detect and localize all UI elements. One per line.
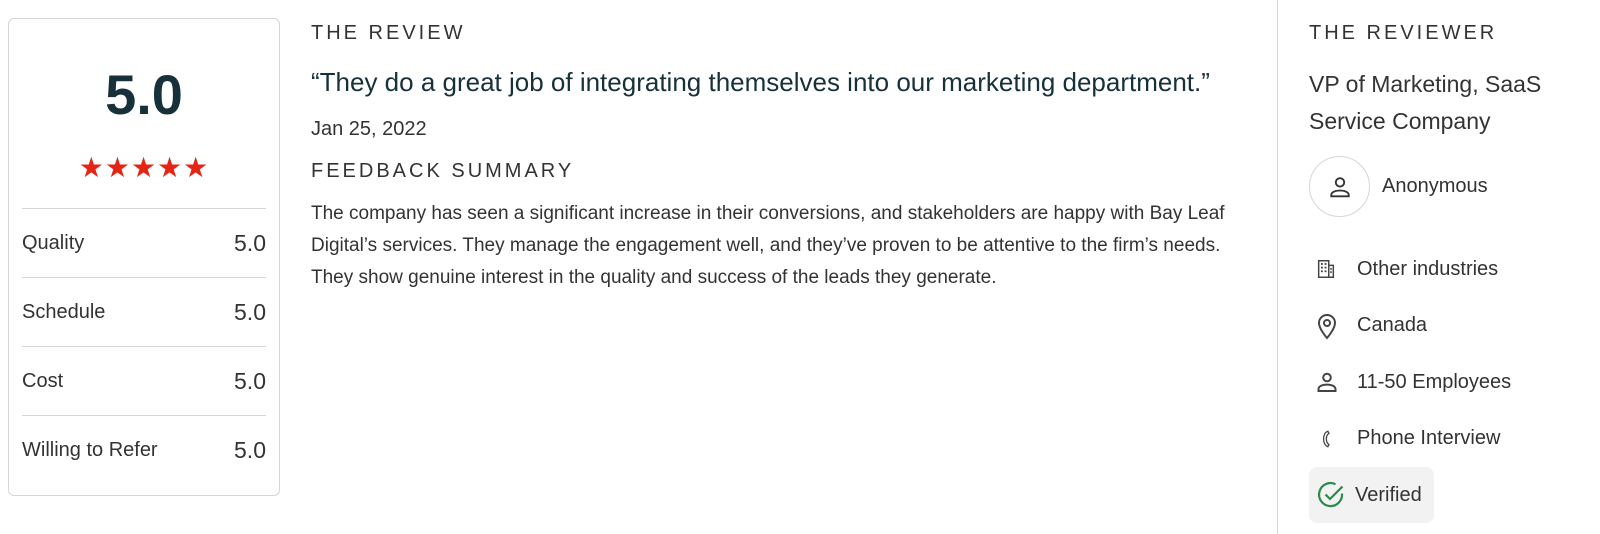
reviewer-details: Other industries Canada 11-50 Employees: [1309, 241, 1589, 467]
avatar: [1309, 156, 1370, 217]
feedback-summary-text: The company has seen a significant incre…: [311, 203, 1225, 288]
location-pin-icon: [1309, 312, 1353, 340]
reviewer-name: Anonymous: [1382, 175, 1488, 197]
score-row-quality: Quality 5.0: [22, 208, 266, 277]
score-breakdown: Quality 5.0 Schedule 5.0 Cost 5.0 Willin…: [22, 208, 266, 484]
score-row-schedule: Schedule 5.0: [22, 277, 266, 346]
overall-score: 5.0: [105, 63, 183, 126]
building-icon: [1309, 258, 1353, 280]
reviewer-heading: THE REVIEWER: [1309, 22, 1498, 44]
check-circle-icon: [1318, 481, 1344, 508]
reviewer-title: VP of Marketing, SaaS Service Company: [1309, 71, 1542, 134]
detail-company-size: 11-50 Employees: [1309, 354, 1589, 411]
score-row-willing-to-refer: Willing to Refer 5.0: [22, 415, 266, 484]
column-divider: [1277, 0, 1278, 534]
score-value: 5.0: [234, 298, 266, 325]
score-value: 5.0: [234, 436, 266, 463]
rating-card: 5.0 ★★★★★ Quality 5.0 Schedule 5.0 Cost …: [8, 18, 280, 496]
detail-text: Phone Interview: [1357, 427, 1501, 450]
score-value: 5.0: [234, 229, 266, 256]
detail-text: Other industries: [1357, 257, 1499, 280]
review-date: Jan 25, 2022: [311, 118, 427, 140]
user-icon: [1329, 176, 1350, 197]
reviewer-identity: Anonymous: [1309, 156, 1589, 217]
reviewer-section: THE REVIEWER VP of Marketing, SaaS Servi…: [1309, 18, 1589, 523]
score-label: Cost: [22, 369, 64, 392]
feedback-summary-heading: FEEDBACK SUMMARY: [311, 160, 575, 182]
verified-label: Verified: [1355, 483, 1422, 506]
score-label: Willing to Refer: [22, 438, 158, 461]
person-icon: [1309, 370, 1353, 394]
detail-location: Canada: [1309, 298, 1589, 355]
detail-industry: Other industries: [1309, 241, 1589, 298]
review-quote: “They do a great job of integrating them…: [311, 67, 1210, 97]
score-label: Schedule: [22, 300, 106, 323]
detail-text: Canada: [1357, 314, 1428, 337]
detail-text: 11-50 Employees: [1357, 370, 1512, 393]
verified-badge: Verified: [1309, 467, 1434, 523]
review-section: THE REVIEW “They do a great job of integ…: [311, 18, 1251, 294]
star-rating: ★★★★★: [78, 152, 210, 183]
score-row-cost: Cost 5.0: [22, 346, 266, 415]
score-value: 5.0: [234, 367, 266, 394]
review-heading: THE REVIEW: [311, 22, 466, 44]
phone-icon: [1309, 427, 1353, 451]
detail-interview-type: Phone Interview: [1309, 411, 1589, 468]
score-label: Quality: [22, 231, 85, 254]
